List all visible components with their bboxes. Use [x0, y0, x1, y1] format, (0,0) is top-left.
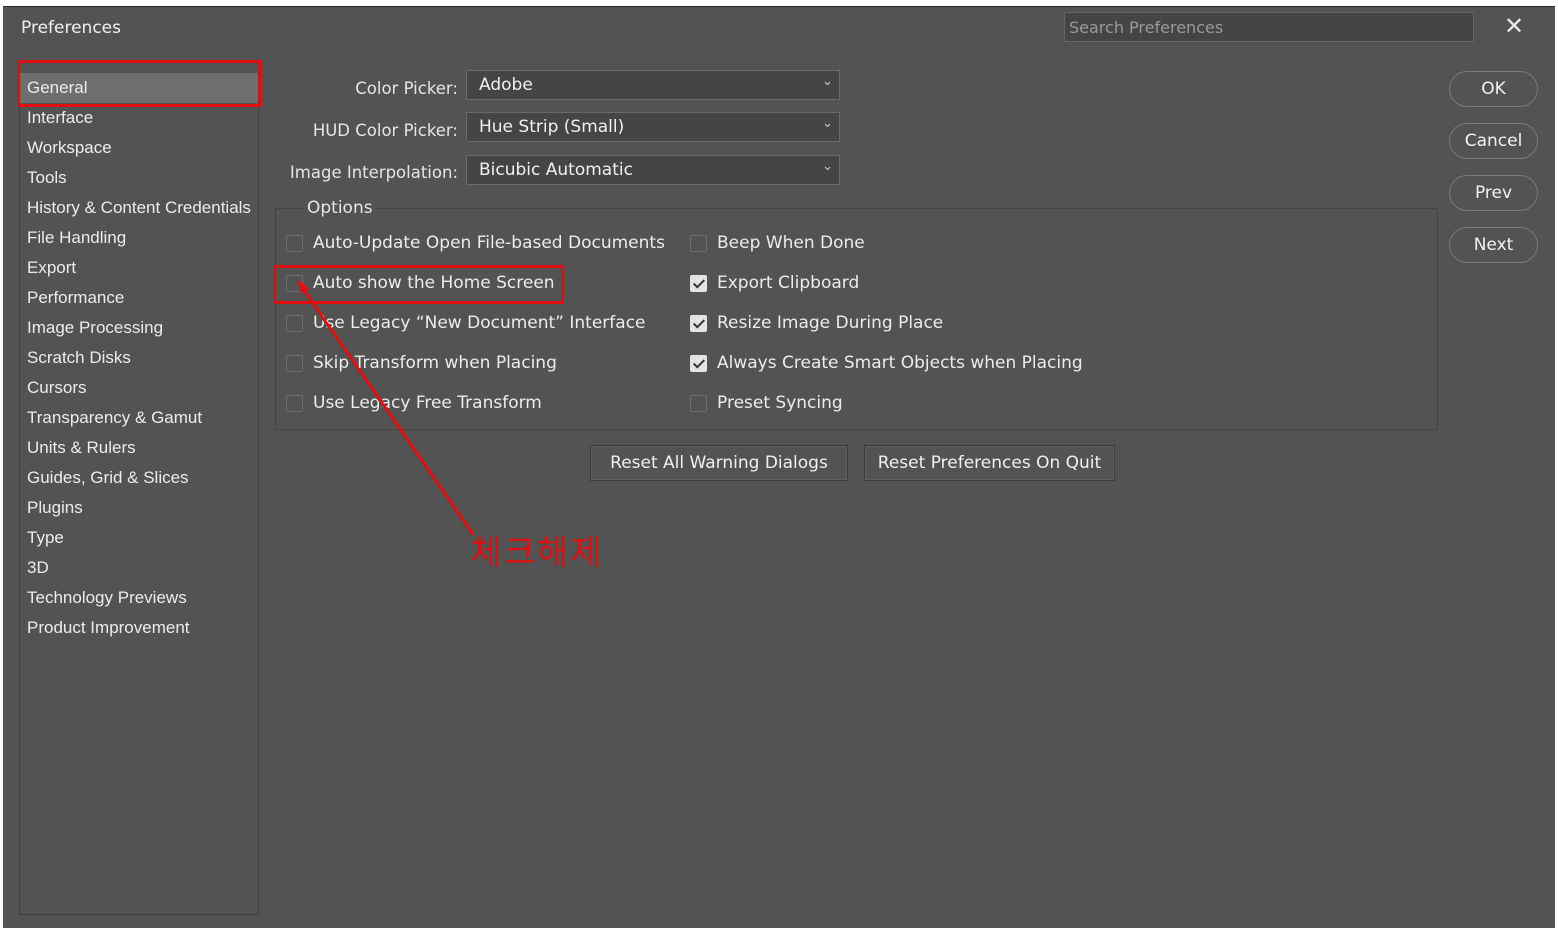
option-label: Skip Transform when Placing	[313, 353, 557, 373]
option-label: Resize Image During Place	[717, 313, 944, 333]
option-row[interactable]: Resize Image During Place	[690, 310, 943, 336]
chevron-down-icon: ⌄	[822, 159, 833, 174]
sidebar-item-file-handling[interactable]: File Handling	[20, 223, 258, 253]
sidebar-item-guides-grid-slices[interactable]: Guides, Grid & Slices	[20, 463, 258, 493]
sidebar-item-technology-previews[interactable]: Technology Previews	[20, 583, 258, 613]
checkbox[interactable]	[286, 354, 303, 372]
reset-preferences-button[interactable]: Reset Preferences On Quit	[864, 445, 1115, 481]
image-interpolation-select[interactable]: Bicubic Automatic ⌄	[466, 155, 840, 185]
color-picker-row: Color Picker:	[283, 73, 458, 103]
sidebar-list: General Interface Workspace Tools History & …	[20, 73, 258, 643]
sidebar: General Interface Workspace Tools History & …	[19, 62, 259, 915]
title-bar: Preferences ✕	[3, 7, 1555, 47]
checkbox[interactable]	[690, 314, 707, 332]
selection-highlight-box	[17, 60, 261, 107]
option-label: Auto-Update Open File-based Documents	[313, 233, 665, 253]
option-row[interactable]: Export Clipboard	[690, 270, 859, 296]
close-icon[interactable]: ✕	[1499, 11, 1529, 41]
cancel-button[interactable]: Cancel	[1449, 123, 1538, 159]
color-picker-label: Color Picker:	[355, 79, 458, 98]
hud-color-picker-row: HUD Color Picker:	[283, 115, 458, 145]
option-label: Use Legacy “New Document” Interface	[313, 313, 646, 333]
option-row[interactable]: Beep When Done	[690, 230, 865, 256]
checkbox[interactable]	[690, 234, 707, 252]
option-row[interactable]: Preset Syncing	[690, 390, 843, 416]
options-title: Options	[303, 198, 377, 218]
prev-button[interactable]: Prev	[1449, 175, 1538, 211]
preferences-dialog: Preferences ✕ GeneralInterfaceWorkspaceT…	[3, 6, 1555, 928]
next-button[interactable]: Next	[1449, 227, 1538, 263]
checkbox[interactable]	[286, 394, 303, 412]
hud-color-picker-value: Hue Strip (Small)	[479, 117, 625, 137]
reset-warning-dialogs-button[interactable]: Reset All Warning Dialogs	[590, 445, 848, 481]
annotation-text: 체크해제	[470, 533, 604, 573]
sidebar-item-interface[interactable]: Interface	[20, 103, 258, 133]
option-label: Export Clipboard	[717, 273, 860, 293]
option-row[interactable]: Skip Transform when Placing	[286, 350, 557, 376]
dialog-title: Preferences	[21, 18, 121, 38]
sidebar-item-cursors[interactable]: Cursors	[20, 373, 258, 403]
option-label: Use Legacy Free Transform	[313, 393, 542, 413]
sidebar-item-performance[interactable]: Performance	[20, 283, 258, 313]
color-picker-select[interactable]: Adobe ⌄	[466, 70, 840, 100]
sidebar-item-transparency-gamut[interactable]: Transparency & Gamut	[20, 403, 258, 433]
sidebar-item-product-improvement[interactable]: Product Improvement	[20, 613, 258, 643]
search-input[interactable]	[1064, 12, 1474, 42]
option-label: Always Create Smart Objects when Placing	[717, 353, 1083, 373]
option-row[interactable]: Use Legacy Free Transform	[286, 390, 542, 416]
image-interpolation-label: Image Interpolation:	[289, 163, 458, 182]
sidebar-item-workspace[interactable]: Workspace	[20, 133, 258, 163]
chevron-down-icon: ⌄	[822, 116, 833, 131]
ok-button[interactable]: OK	[1449, 71, 1538, 107]
option-row[interactable]: Use Legacy “New Document” Interface	[286, 310, 646, 336]
sidebar-item-image-processing[interactable]: Image Processing	[20, 313, 258, 343]
sidebar-item-tools[interactable]: Tools	[20, 163, 258, 193]
color-picker-value: Adobe	[479, 75, 533, 95]
sidebar-item-history-content-credentials[interactable]: History & Content Credentials	[20, 193, 258, 223]
option-label: Beep When Done	[717, 233, 865, 253]
image-interpolation-row: Image Interpolation:	[273, 157, 458, 187]
option-label: Preset Syncing	[717, 393, 843, 413]
checkbox[interactable]	[286, 314, 303, 332]
sidebar-item-3d[interactable]: 3D	[20, 553, 258, 583]
chevron-down-icon: ⌄	[822, 74, 833, 89]
sidebar-item-units-rulers[interactable]: Units & Rulers	[20, 433, 258, 463]
option-row[interactable]: Auto-Update Open File-based Documents	[286, 230, 665, 256]
sidebar-item-scratch-disks[interactable]: Scratch Disks	[20, 343, 258, 373]
checkbox[interactable]	[286, 234, 303, 252]
hud-color-picker-label: HUD Color Picker:	[312, 121, 458, 140]
annotation-highlight-box	[273, 265, 564, 304]
hud-color-picker-select[interactable]: Hue Strip (Small) ⌄	[466, 112, 840, 142]
checkbox[interactable]	[690, 394, 707, 412]
option-row[interactable]: Always Create Smart Objects when Placing	[690, 350, 1083, 376]
checkbox[interactable]	[690, 274, 707, 292]
checkbox[interactable]	[690, 354, 707, 372]
sidebar-item-plugins[interactable]: Plugins	[20, 493, 258, 523]
sidebar-item-type[interactable]: Type	[20, 523, 258, 553]
image-interpolation-value: Bicubic Automatic	[479, 160, 633, 180]
sidebar-item-export[interactable]: Export	[20, 253, 258, 283]
